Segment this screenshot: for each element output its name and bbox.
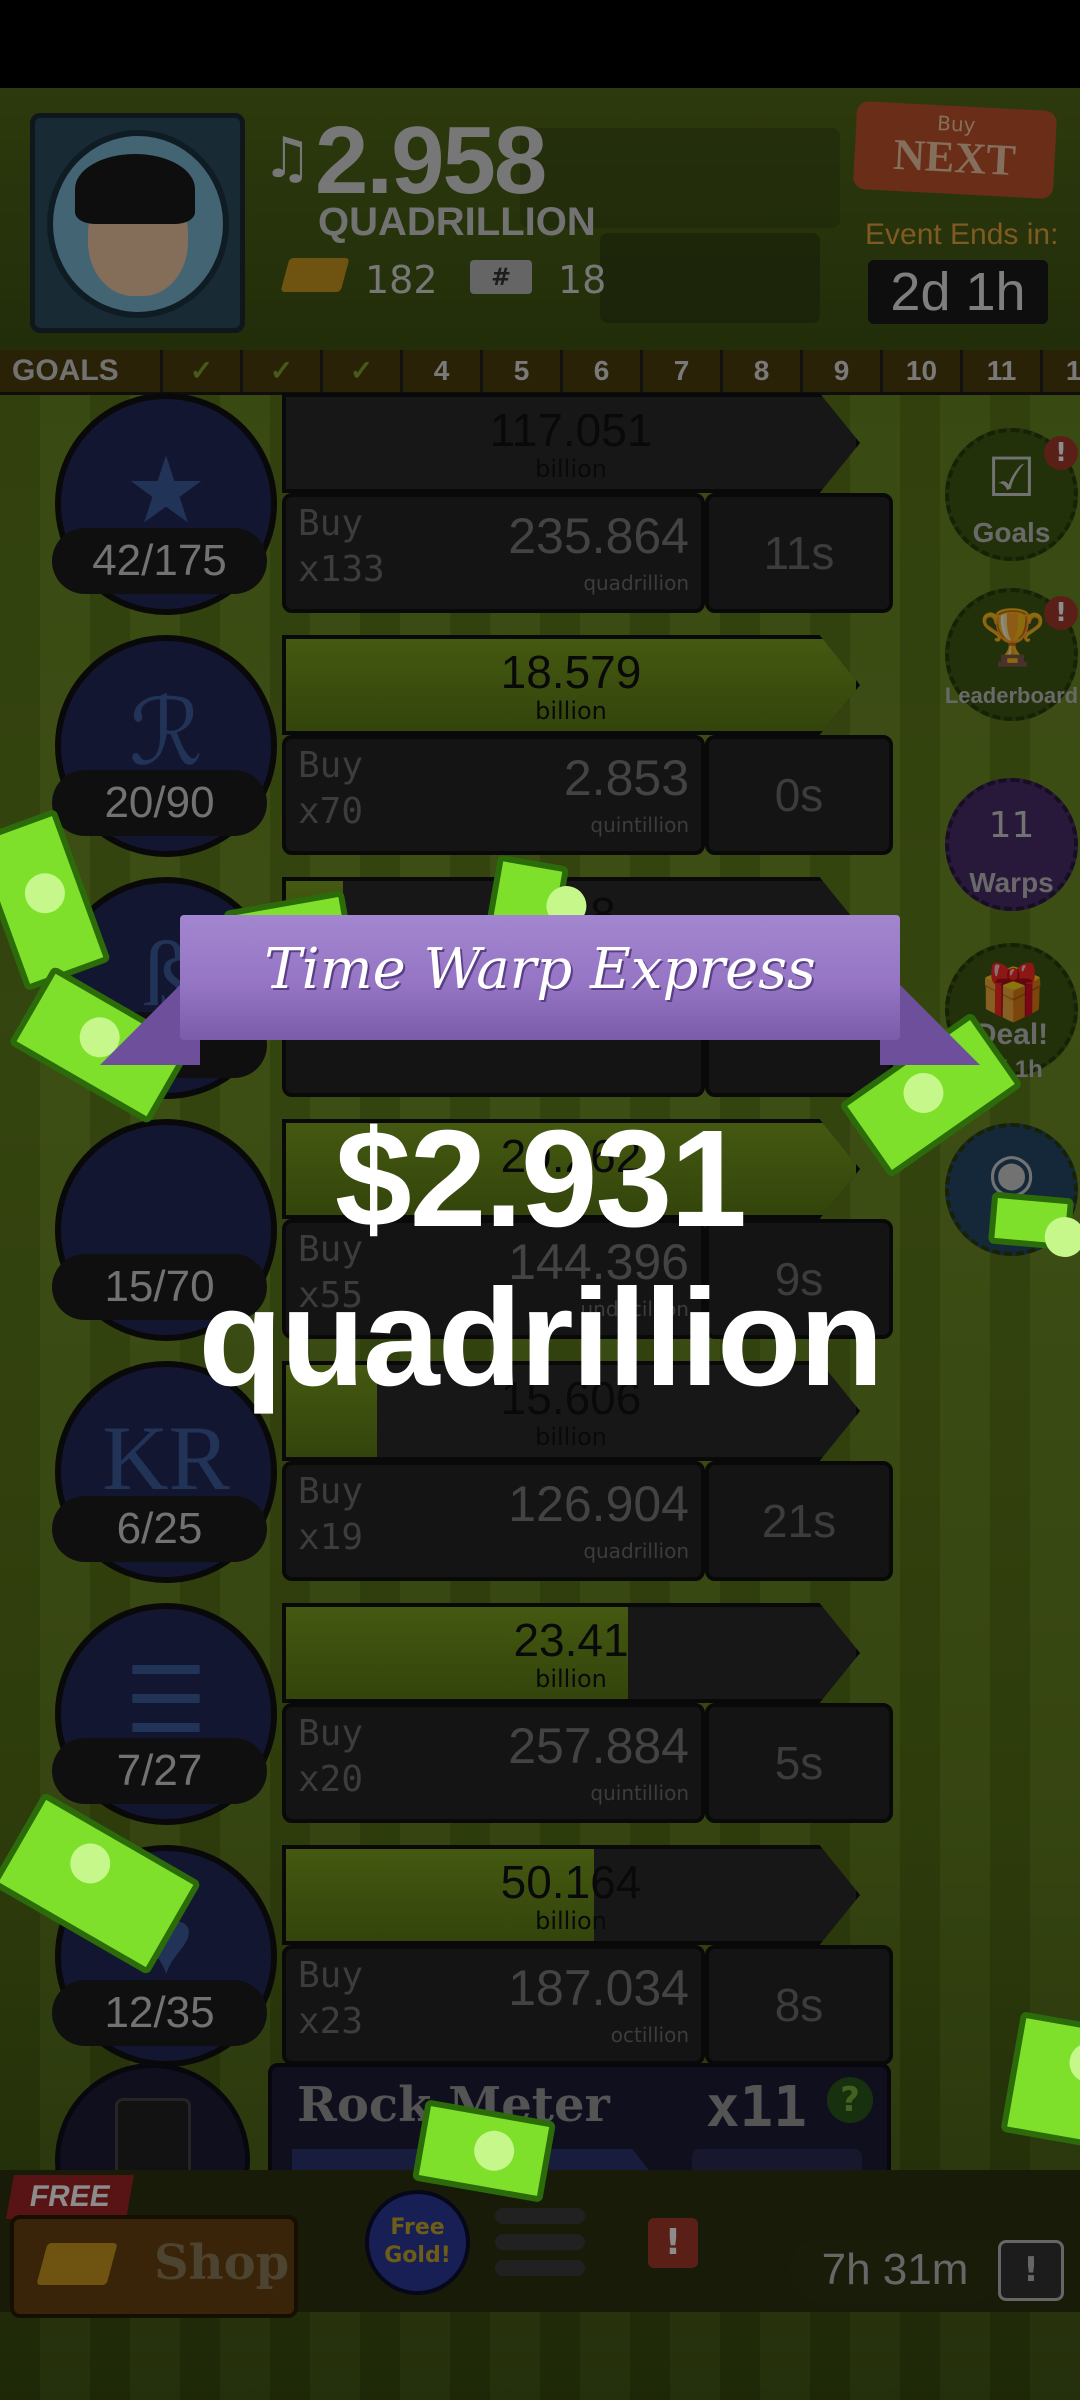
status-bar <box>0 0 1080 88</box>
ribbon-banner: Time Warp Express <box>180 915 900 1040</box>
title-ribbon: Time Warp Express <box>100 905 980 1075</box>
reward-amount: $2.931 quadrillion <box>198 1102 883 1415</box>
overlay-title: Time Warp Express <box>264 937 816 1002</box>
